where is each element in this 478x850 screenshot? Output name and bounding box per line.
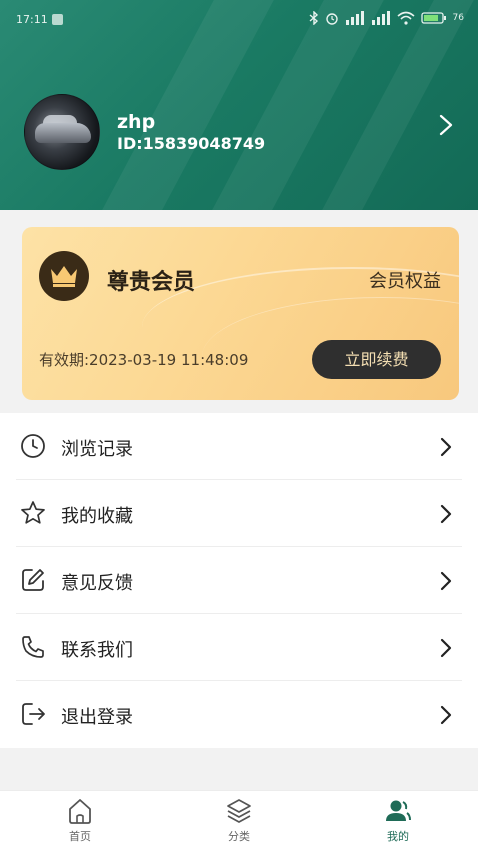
menu-item-label: 退出登录 [61, 707, 133, 728]
edit-icon [22, 569, 44, 591]
username: zhp [117, 111, 156, 133]
vip-title: 尊贵会员 [107, 270, 196, 295]
logout-icon [22, 703, 45, 725]
vip-benefits-link[interactable]: 会员权益 [369, 267, 441, 293]
tab-label: 我的 [387, 830, 409, 843]
tab-label: 首页 [69, 830, 91, 843]
battery-icon [420, 12, 446, 24]
user-icon [386, 800, 411, 821]
tab-category[interactable]: 分类 [189, 791, 289, 850]
menu-item-logout[interactable]: 退出登录 [0, 681, 478, 748]
signal-icon [371, 11, 390, 25]
tab-home[interactable]: 首页 [30, 791, 130, 850]
chevron-right-icon [440, 437, 452, 457]
renew-button[interactable]: 立即续费 [312, 340, 441, 379]
vip-expiry: 有效期:2023-03-19 11:48:09 [39, 351, 249, 369]
battery-level: 76 [452, 13, 464, 23]
chevron-right-icon [440, 504, 452, 524]
user-id: ID:15839048749 [117, 134, 266, 153]
menu-list: 浏览记录 我的收藏 意见反馈 联系我们 退出登录 [0, 413, 478, 748]
menu-item-label: 意见反馈 [61, 573, 133, 594]
avatar[interactable] [24, 94, 100, 170]
tab-mine[interactable]: 我的 [348, 791, 448, 850]
menu-item-label: 浏览记录 [61, 439, 133, 460]
tab-bar: 首页 分类 我的 [0, 790, 478, 850]
home-icon [69, 799, 91, 824]
phone-icon [22, 636, 44, 658]
status-time: 17:11 [16, 13, 48, 26]
profile-header: 17:11 76 zhp ID:15839048749 [0, 0, 478, 210]
chevron-right-icon[interactable] [436, 114, 456, 136]
clock-icon [21, 434, 45, 458]
status-bar: 17:11 76 [0, 0, 478, 40]
star-icon [21, 501, 45, 524]
crown-icon [51, 266, 77, 287]
menu-item-contact[interactable]: 联系我们 [0, 614, 478, 681]
menu-item-history[interactable]: 浏览记录 [0, 413, 478, 480]
menu-item-favorites[interactable]: 我的收藏 [0, 480, 478, 547]
chevron-right-icon [440, 638, 452, 658]
chevron-right-icon [440, 705, 452, 725]
wifi-icon [397, 11, 415, 25]
crown-badge [39, 251, 89, 301]
chevron-right-icon [440, 571, 452, 591]
layers-icon [227, 799, 251, 823]
menu-item-label: 我的收藏 [61, 506, 133, 527]
sim-icon [52, 14, 63, 25]
signal-icon [345, 11, 364, 25]
vip-card: 尊贵会员 会员权益 有效期:2023-03-19 11:48:09 立即续费 [22, 227, 459, 400]
alarm-icon [325, 13, 338, 25]
tab-label: 分类 [228, 830, 250, 843]
menu-item-label: 联系我们 [61, 640, 133, 661]
menu-item-feedback[interactable]: 意见反馈 [0, 547, 478, 614]
bluetooth-icon [309, 11, 318, 25]
